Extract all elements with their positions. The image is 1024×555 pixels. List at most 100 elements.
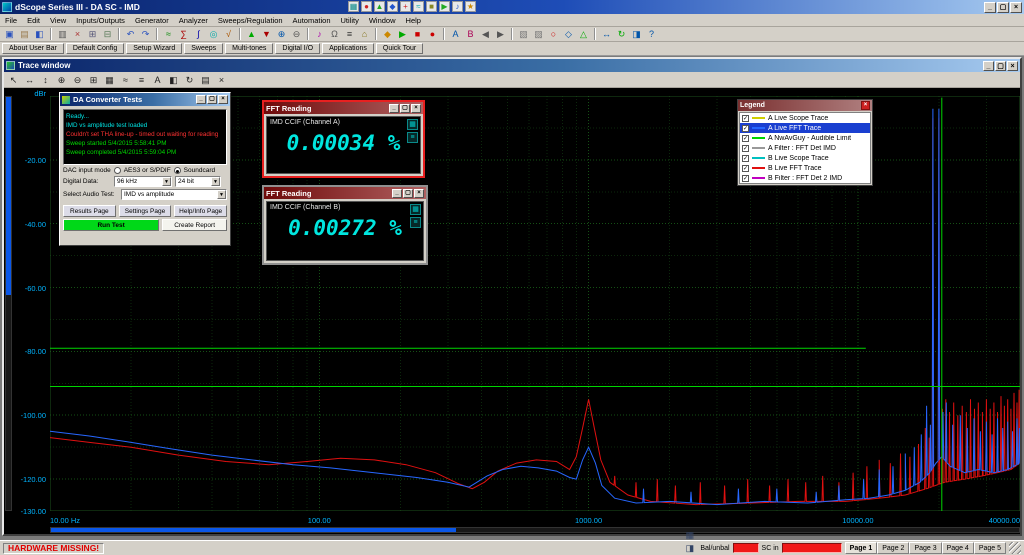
monitor-icon[interactable]: ◨ (682, 542, 697, 555)
minimize-button[interactable]: _ (984, 1, 996, 13)
overlay-play-icon[interactable]: ▶ (439, 1, 450, 12)
reading-settings-icon[interactable]: ▦ (410, 204, 421, 215)
vertical-scroll-thumb[interactable] (6, 97, 11, 295)
userbar-about-user-bar[interactable]: About User Bar (2, 43, 64, 54)
maximize-button[interactable]: ▢ (997, 1, 1009, 13)
record-icon[interactable]: ● (425, 28, 440, 41)
reference-icon[interactable]: ⊖ (289, 28, 304, 41)
table-icon[interactable]: ▨ (531, 28, 546, 41)
generator-icon[interactable]: ≈ (161, 28, 176, 41)
stop-icon[interactable]: ■ (410, 28, 425, 41)
open-icon[interactable]: ▤ (17, 28, 32, 41)
horizontal-scroll-thumb[interactable] (51, 528, 456, 532)
create-report-button[interactable]: Create Report (162, 219, 227, 231)
settings-page-button[interactable]: Settings Page (118, 205, 172, 217)
dialog-minimize-button[interactable]: _ (196, 95, 206, 104)
radio-aes3-label[interactable]: AES3 or S/PDIF (124, 167, 171, 174)
copy-trace-icon[interactable]: ▤ (198, 73, 213, 87)
paste-icon[interactable]: ⊟ (100, 28, 115, 41)
save-icon[interactable]: ◧ (32, 28, 47, 41)
cut-icon[interactable]: × (70, 28, 85, 41)
overlay-record-icon[interactable]: ● (361, 1, 372, 12)
overlay-stop-icon[interactable]: ■ (426, 1, 437, 12)
menu-inputs-outputs[interactable]: Inputs/Outputs (71, 15, 130, 26)
overlay-fft-icon[interactable]: ▦ (348, 1, 359, 12)
zoom-in-icon[interactable]: ⊕ (54, 73, 69, 87)
legend-item[interactable]: ✓ A Live Scope Trace (740, 113, 870, 123)
menu-generator[interactable]: Generator (130, 15, 174, 26)
copy-icon[interactable]: ⊞ (85, 28, 100, 41)
legend-icon[interactable]: ≡ (134, 73, 149, 87)
legend-checkbox[interactable]: ✓ (742, 114, 749, 122)
menu-file[interactable]: File (0, 15, 22, 26)
userbar-setup-wizard[interactable]: Setup Wizard (126, 43, 183, 54)
grid-icon[interactable]: ▧ (516, 28, 531, 41)
run-test-button[interactable]: Run Test (63, 219, 160, 231)
overlay-wave-icon[interactable]: ≈ (413, 1, 424, 12)
overlay-add-icon[interactable]: + (400, 1, 411, 12)
fft-b-minimize-button[interactable]: _ (392, 188, 402, 198)
monitor-icon[interactable]: ◨ (629, 28, 644, 41)
legend-item[interactable]: ✓ A Live FFT Trace (740, 123, 870, 133)
dropdown-arrow-icon[interactable]: ▼ (217, 190, 226, 199)
userbar-quick-tour[interactable]: Quick Tour (375, 43, 424, 54)
outputs-icon[interactable]: ▼ (259, 28, 274, 41)
reading-log-icon[interactable]: ≡ (410, 217, 421, 228)
pan-h-icon[interactable]: ↔ (22, 73, 37, 87)
inputs-icon[interactable]: ▲ (244, 28, 259, 41)
reading-log-icon[interactable]: ≡ (407, 132, 418, 143)
page-tab-page-2[interactable]: Page 2 (877, 542, 910, 554)
sample-rate-select[interactable]: 96 kHz ▼ (114, 176, 172, 187)
prev-icon[interactable]: ◀ (478, 28, 493, 41)
page-tab-page-5[interactable]: Page 5 (973, 542, 1006, 554)
menu-automation[interactable]: Automation (288, 15, 336, 26)
overlay-tone-icon[interactable]: ♪ (452, 1, 463, 12)
page-tab-page-3[interactable]: Page 3 (909, 542, 942, 554)
radio-soundcard[interactable] (173, 167, 181, 174)
menu-window[interactable]: Window (364, 15, 401, 26)
reading-icon[interactable]: ○ (546, 28, 561, 41)
legend-item[interactable]: ✓ B Live FFT Trace (740, 163, 870, 173)
channel-a-icon[interactable]: A (448, 28, 463, 41)
trace-minimize-button[interactable]: _ (983, 60, 994, 71)
userbar-applications[interactable]: Applications (322, 43, 374, 54)
menu-view[interactable]: View (45, 15, 71, 26)
print-icon[interactable]: ▥ (55, 28, 70, 41)
userbar-digital-i-o[interactable]: Digital I/O (275, 43, 321, 54)
link-icon[interactable]: ↔ (599, 28, 614, 41)
refresh-icon[interactable]: ↻ (614, 28, 629, 41)
help-info-page-button[interactable]: Help/Info Page (174, 205, 228, 217)
legend-checkbox[interactable]: ✓ (742, 164, 749, 172)
legend-checkbox[interactable]: ✓ (742, 144, 749, 152)
userbar-multi-tones[interactable]: Multi-tones (225, 43, 274, 54)
legend-checkbox[interactable]: ✓ (742, 134, 749, 142)
fft-a-maximize-button[interactable]: ▢ (400, 103, 410, 113)
dialog-close-button[interactable]: × (218, 95, 228, 104)
reading-settings-icon[interactable]: ▦ (407, 119, 418, 130)
fft-a-title-bar[interactable]: FFT Reading _ ▢ × (264, 102, 423, 114)
legend-item[interactable]: ✓ B Live Scope Trace (740, 153, 870, 163)
trace-close-button[interactable]: × (1007, 60, 1018, 71)
fft-a-minimize-button[interactable]: _ (389, 103, 399, 113)
radio-aes3[interactable] (113, 167, 121, 174)
digital-io-icon[interactable]: ⊕ (274, 28, 289, 41)
horizontal-axis-scrollbar[interactable] (50, 527, 1020, 533)
legend-close-button[interactable]: × (861, 101, 870, 110)
sweep-icon[interactable]: √ (221, 28, 236, 41)
overlay-marker-icon[interactable]: ◆ (387, 1, 398, 12)
trace-style-icon[interactable]: ≈ (118, 73, 133, 87)
trace-window-title-bar[interactable]: Trace window _ ▢ × (4, 59, 1020, 72)
legend-checkbox[interactable]: ✓ (742, 174, 749, 182)
userbar-sweeps[interactable]: Sweeps (184, 43, 224, 54)
userbar-default-config[interactable]: Default Config (65, 43, 125, 54)
axes-icon[interactable]: ⊞ (86, 73, 101, 87)
legend-checkbox[interactable]: ✓ (742, 154, 749, 162)
marker-icon[interactable]: ◆ (380, 28, 395, 41)
redo-icon[interactable]: ↷ (138, 28, 153, 41)
dialog-maximize-button[interactable]: ▢ (207, 95, 217, 104)
home-icon[interactable]: ⌂ (357, 28, 372, 41)
menu-utility[interactable]: Utility (336, 15, 364, 26)
fft-a-close-button[interactable]: × (411, 103, 421, 113)
dropdown-arrow-icon[interactable]: ▼ (211, 177, 220, 186)
legend-item[interactable]: ✓ B Filter : FFT Det 2 IMD (740, 173, 870, 183)
